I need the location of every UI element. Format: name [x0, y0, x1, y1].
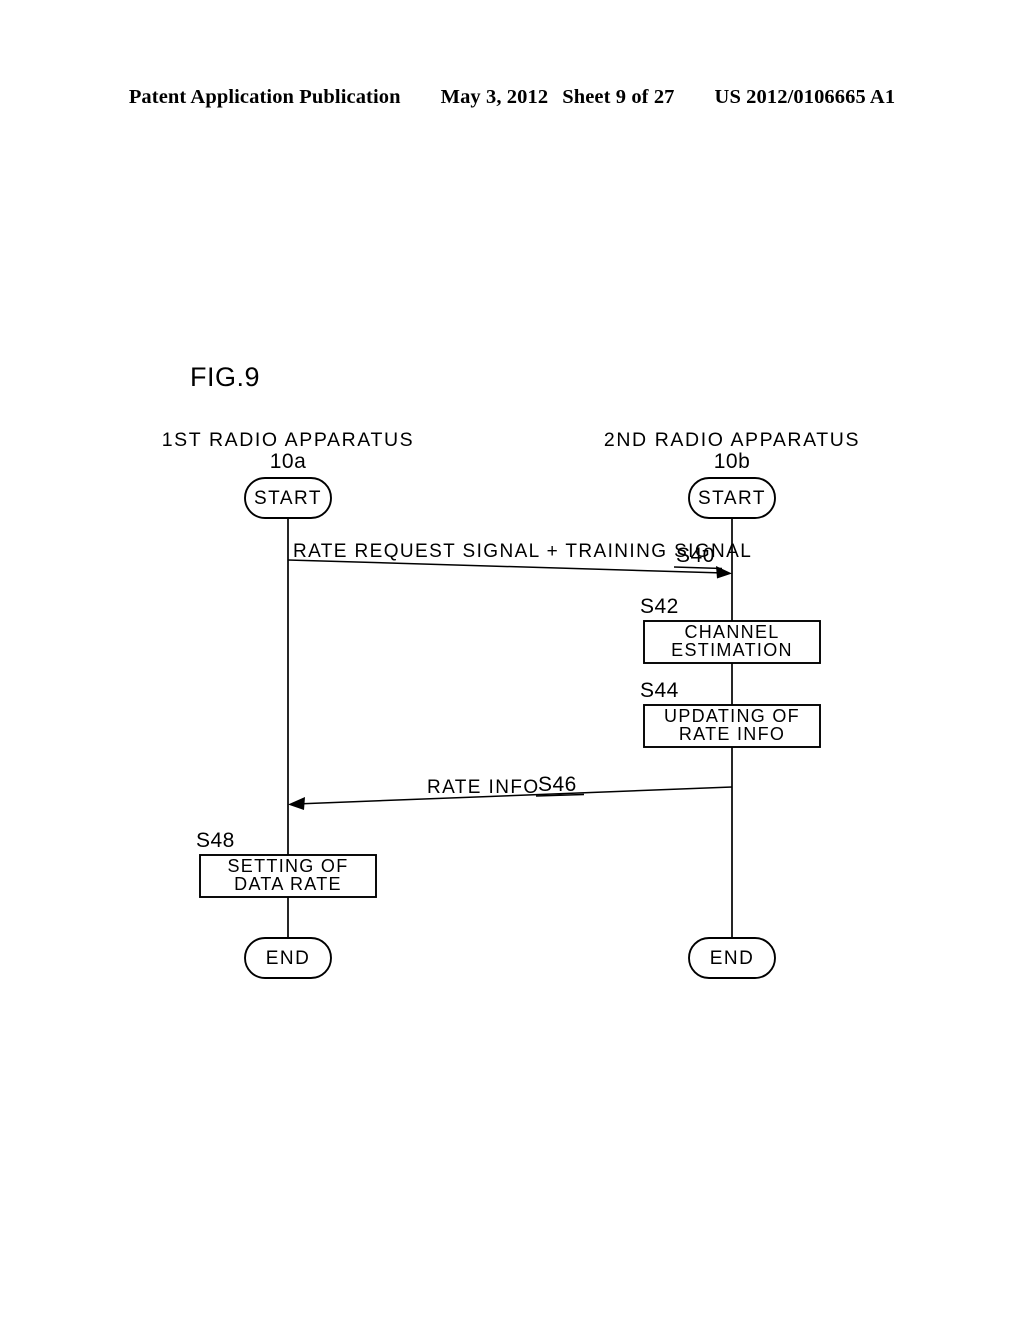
process-box-s48-step: S48 — [196, 829, 235, 852]
lane-1-end-label: END — [266, 948, 311, 969]
process-box-s42-line2: ESTIMATION — [671, 640, 793, 660]
process-box-s44-line2: RATE INFO — [679, 724, 785, 744]
process-box-s44-line1: UPDATING OF — [664, 706, 800, 726]
message-s46: RATE INFO S46 — [288, 773, 733, 810]
lane-2-start-label: START — [698, 488, 766, 509]
lane-1st-radio-apparatus: 1ST RADIO APPARATUS 10a START S48 SETTIN… — [162, 429, 415, 979]
process-box-s48: S48 SETTING OF DATA RATE — [196, 829, 377, 898]
lane-1-end-node: END — [244, 937, 332, 979]
message-s40-step: S40 — [676, 544, 715, 567]
lane-1-start-node: START — [244, 477, 332, 519]
lane-2-end-node: END — [688, 937, 776, 979]
lane-2-start-node: START — [688, 477, 776, 519]
process-box-s42-line1: CHANNEL — [684, 622, 779, 642]
lane-2-reference: 10b — [714, 450, 751, 473]
lane-1-title: 1ST RADIO APPARATUS — [162, 429, 415, 451]
message-s46-label: RATE INFO — [427, 777, 540, 798]
lane-1-reference: 10a — [270, 450, 307, 473]
process-box-s42: S42 CHANNEL ESTIMATION — [640, 595, 821, 664]
lane-2-end-label: END — [710, 948, 755, 969]
lane-2nd-radio-apparatus: 2ND RADIO APPARATUS 10b START S42 CHANNE… — [604, 429, 860, 979]
process-box-s48-line2: DATA RATE — [234, 874, 342, 894]
lane-1-start-label: START — [254, 488, 322, 509]
message-s40: RATE REQUEST SIGNAL + TRAINING SIGNAL S4… — [287, 541, 751, 579]
message-s46-arrowhead — [288, 797, 305, 810]
process-box-s48-line1: SETTING OF — [228, 856, 349, 876]
message-s40-step-underline — [673, 566, 723, 570]
sequence-diagram: 1ST RADIO APPARATUS 10a START S48 SETTIN… — [162, 429, 860, 979]
process-box-s44-step: S44 — [640, 679, 679, 702]
process-box-s44: S44 UPDATING OF RATE INFO — [640, 679, 821, 748]
process-box-s42-step: S42 — [640, 595, 679, 618]
lane-2-title: 2ND RADIO APPARATUS — [604, 429, 860, 451]
message-s46-step: S46 — [538, 773, 577, 796]
